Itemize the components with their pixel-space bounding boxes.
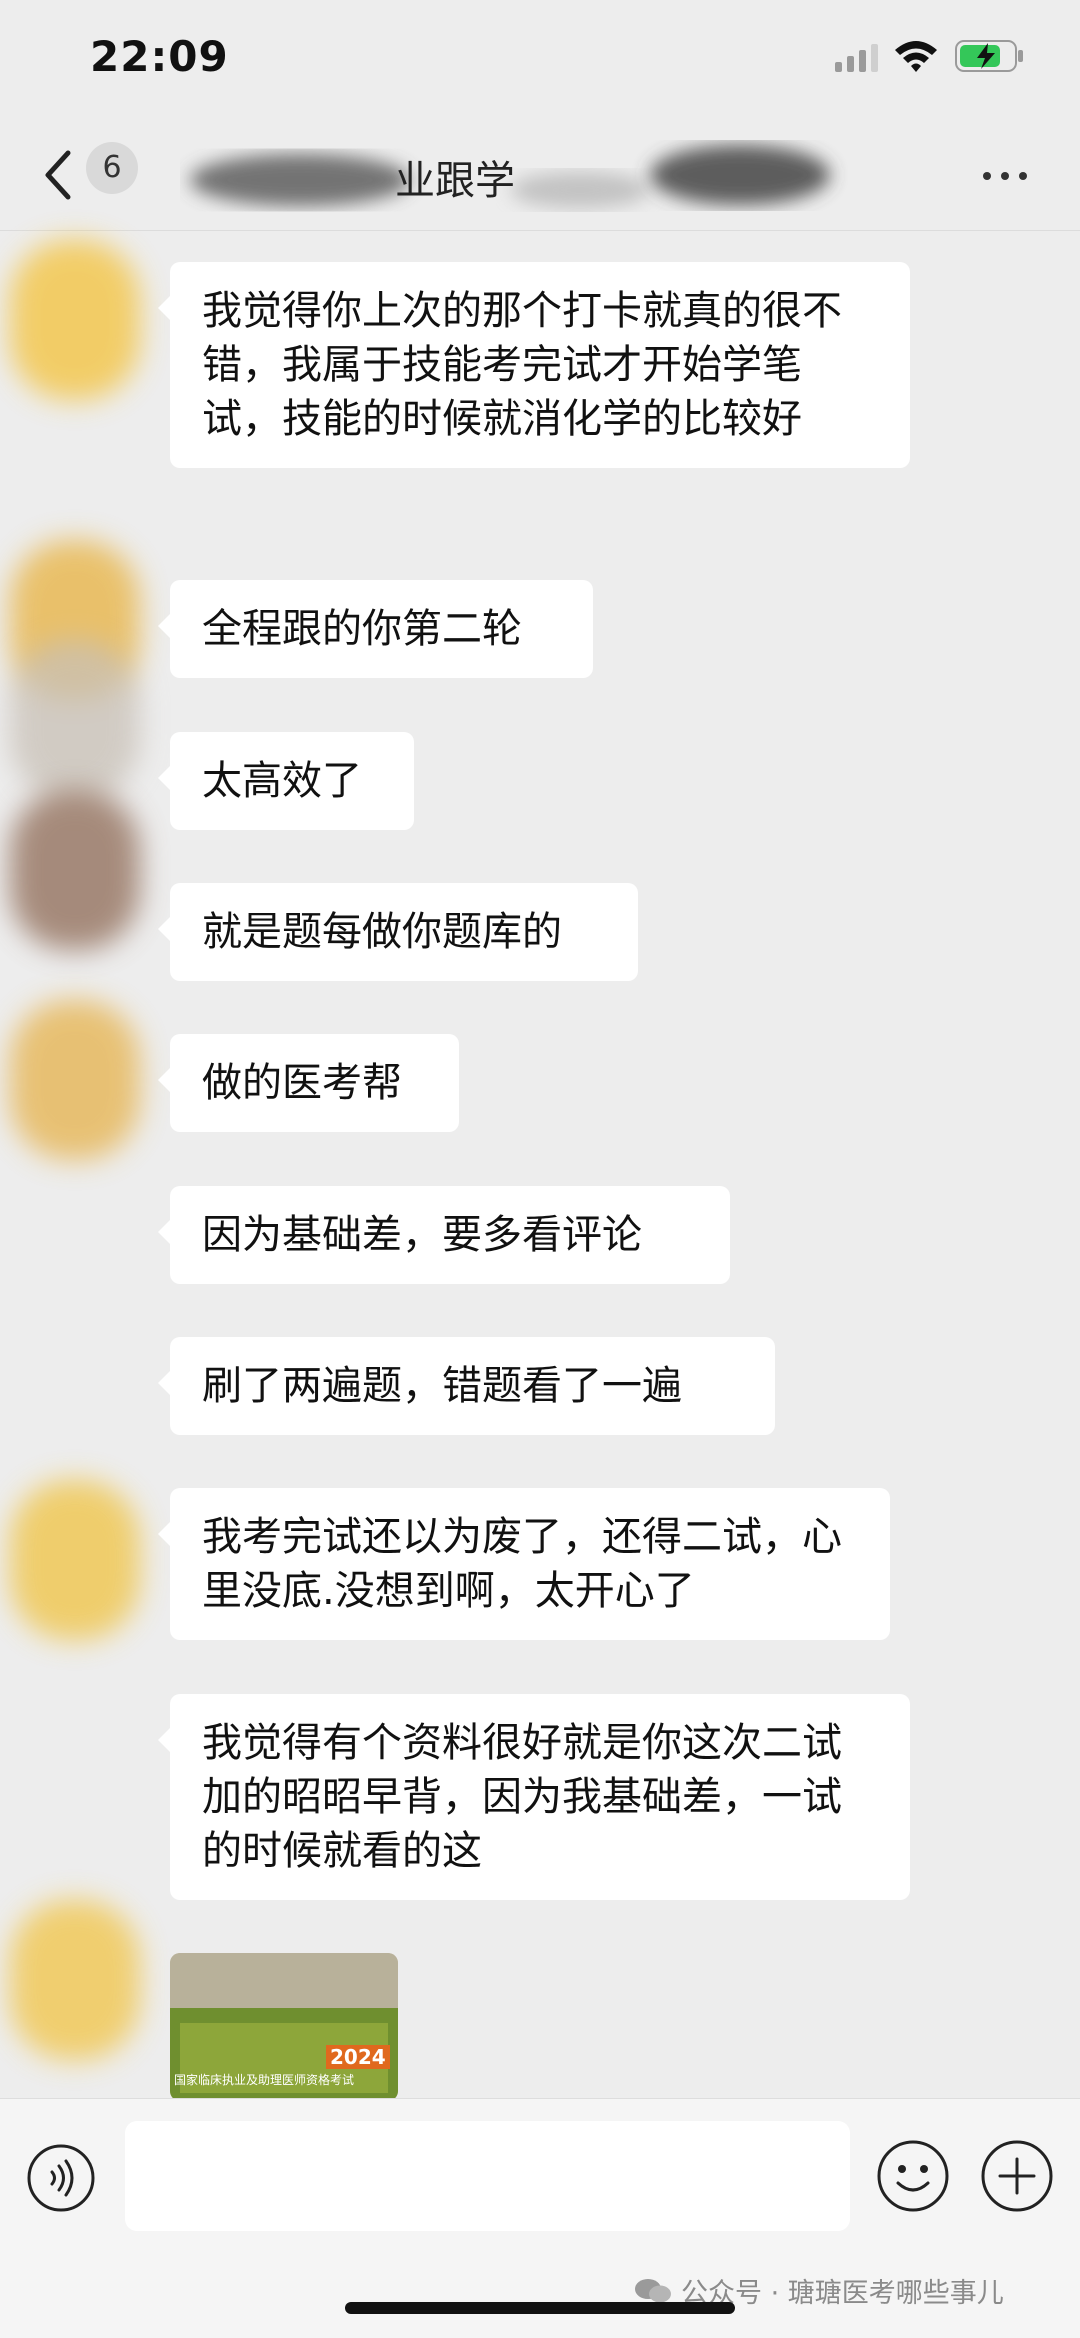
message-bubble[interactable]: 刷了两遍题，错题看了一遍 <box>158 1337 775 1435</box>
message-bubble[interactable]: 全程跟的你第二轮 <box>158 580 593 678</box>
message-bubble[interactable]: 因为基础差，要多看评论 <box>158 1186 730 1284</box>
chat-header: 6 业跟学 <box>0 120 1080 231</box>
chat-title: 业跟学 <box>395 158 515 204</box>
avatar[interactable] <box>10 240 140 400</box>
avatar[interactable] <box>10 1000 140 1160</box>
status-bar: 22:09 <box>0 0 1080 120</box>
message-bubble[interactable]: 太高效了 <box>158 732 414 830</box>
voice-input-icon[interactable] <box>26 2143 96 2213</box>
back-chevron-icon[interactable] <box>38 145 78 205</box>
battery-charging-icon <box>955 40 1023 72</box>
unread-count-badge[interactable]: 6 <box>86 142 138 194</box>
message-input[interactable] <box>125 2121 850 2231</box>
wechat-icon <box>635 2278 671 2302</box>
wifi-icon <box>895 41 937 72</box>
more-options-icon[interactable] <box>975 156 1035 196</box>
book-caption: 国家临床执业及助理医师资格考试 <box>174 2073 355 2087</box>
message-bubble[interactable]: 我觉得有个资料很好就是你这次二试加的昭昭早背，因为我基础差，一试的时候就看的这 <box>158 1694 910 1900</box>
book-year-label: 2024 <box>326 2045 390 2069</box>
redacted-title-blur <box>190 145 830 208</box>
image-message[interactable]: 2024 国家临床执业及助理医师资格考试 <box>170 1953 398 2101</box>
emoji-icon[interactable] <box>876 2139 950 2213</box>
home-indicator[interactable] <box>345 2302 735 2314</box>
message-bubble[interactable]: 就是题每做你题库的 <box>158 883 638 981</box>
message-bubble[interactable]: 我考完试还以为废了，还得二试，心里没底.没想到啊，太开心了 <box>158 1488 890 1640</box>
avatar[interactable] <box>10 1480 140 1640</box>
avatar[interactable] <box>10 640 140 800</box>
message-bubble[interactable]: 做的医考帮 <box>158 1034 459 1132</box>
message-bubble[interactable]: 我觉得你上次的那个打卡就真的很不错，我属于技能考完试才开始学笔试，技能的时候就消… <box>158 262 910 468</box>
cellular-signal-icon <box>835 44 878 72</box>
avatar[interactable] <box>10 1900 140 2060</box>
avatar[interactable] <box>10 790 140 950</box>
add-attachment-icon[interactable] <box>980 2139 1054 2213</box>
status-time: 22:09 <box>90 32 229 81</box>
